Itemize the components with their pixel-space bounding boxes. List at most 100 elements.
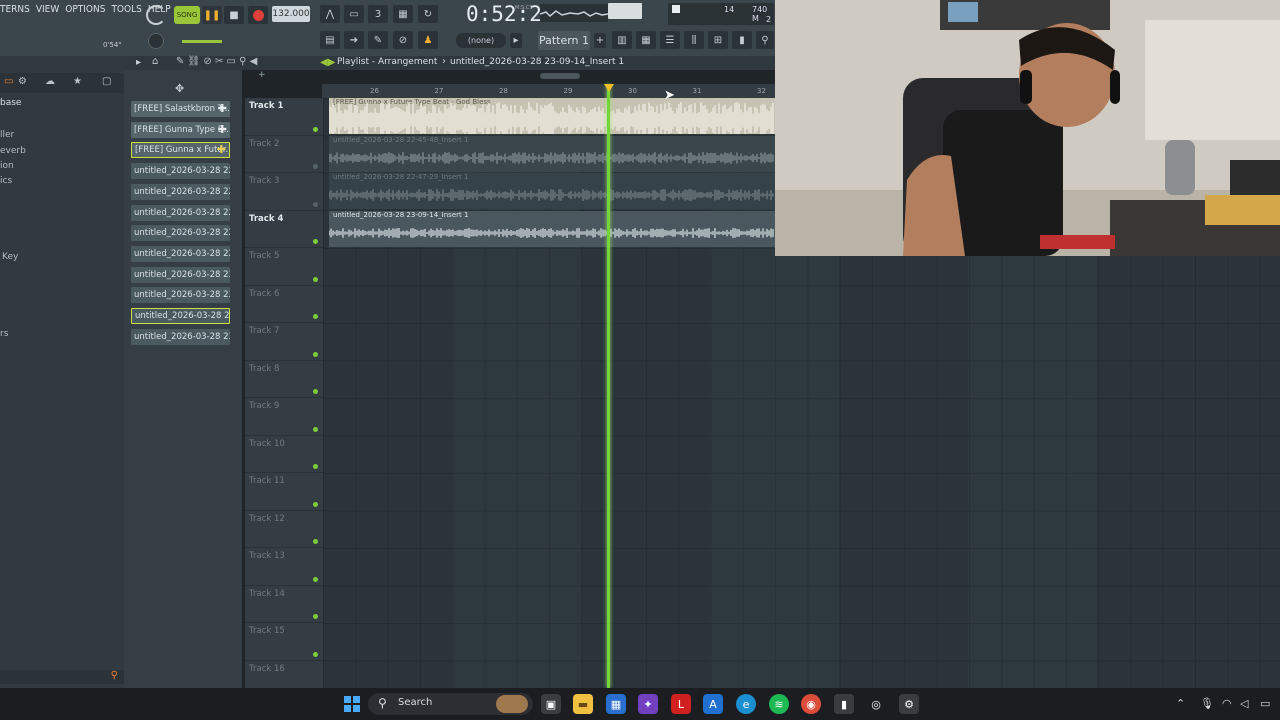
track-mute-indicator[interactable]	[313, 651, 318, 657]
browser-plugin-icon[interactable]: ⚙	[18, 76, 27, 87]
app-l-icon[interactable]: L	[671, 694, 691, 714]
channel-rack-icon[interactable]: ▦	[636, 31, 656, 49]
snap-icon[interactable]: ➔	[344, 31, 364, 49]
picker-clip[interactable]: untitled_2026-03-28 22-...	[131, 204, 230, 221]
settings-icon[interactable]: ⚙	[899, 694, 919, 714]
song-mode-button[interactable]: SONG	[174, 6, 200, 24]
track-header[interactable]: Track 8	[245, 361, 323, 398]
search-icon[interactable]: ⚲	[111, 670, 118, 681]
menu-tools[interactable]: TOOLS	[111, 4, 141, 22]
browser-item[interactable]: ller	[0, 130, 14, 140]
track-mute-indicator[interactable]	[313, 126, 318, 132]
track-mute-indicator[interactable]	[313, 501, 318, 507]
track-header[interactable]: Track 3	[245, 173, 323, 211]
plugin-picker-icon[interactable]: ▮	[732, 31, 752, 49]
panic-icon[interactable]	[672, 5, 680, 13]
track-header[interactable]: Track 14	[245, 586, 323, 623]
snap-select[interactable]: (none)	[456, 33, 506, 48]
track-header[interactable]: Track 10	[245, 436, 323, 473]
track-mute-indicator[interactable]	[313, 426, 318, 432]
picker-clip[interactable]: untitled_2026-03-28 22-...	[131, 225, 230, 242]
track-header[interactable]: Track 1	[245, 98, 323, 136]
add-pattern-icon[interactable]: +	[594, 33, 606, 48]
battery-icon[interactable]: ▭	[1260, 697, 1270, 710]
browser-cloud-icon[interactable]: ☁	[45, 76, 55, 87]
countdown-icon[interactable]: 3	[368, 5, 388, 23]
track-header[interactable]: Track 13	[245, 548, 323, 586]
browser-item[interactable]: base	[0, 98, 21, 108]
audio-clip[interactable]: untitled_2026-03-28 23-09-14_Insert 1	[329, 210, 775, 247]
add-clip-icon[interactable]: ✚	[217, 143, 226, 157]
piano-roll-icon[interactable]: ▤	[320, 31, 340, 49]
app-a-icon[interactable]: A	[703, 694, 723, 714]
browser-item[interactable]: everb	[0, 146, 26, 156]
menu-view[interactable]: VIEW	[36, 4, 59, 22]
stop-button[interactable]: ■	[224, 6, 244, 24]
track-header[interactable]: Track 9	[245, 398, 323, 436]
add-track-icon[interactable]: +	[258, 70, 266, 80]
picker-clip[interactable]: [FREE] Gunna Type B... ✚	[131, 121, 230, 138]
picker-clip[interactable]: untitled_2026-03-28 23-...	[131, 308, 230, 324]
audio-clip[interactable]: untitled_2026-03-28 22-47-29_Insert 1	[329, 173, 775, 209]
playlist-play-icon[interactable]: ◀▶	[320, 57, 335, 68]
browser-item[interactable]: ion	[0, 161, 14, 171]
track-mute-indicator[interactable]	[313, 164, 318, 169]
draw-icon[interactable]: ✎	[368, 31, 388, 49]
playlist-icon[interactable]: ▥	[612, 31, 632, 49]
track-header[interactable]: Track 15	[245, 623, 323, 661]
browser-all-icon[interactable]: ▭	[4, 76, 13, 87]
track-header[interactable]: Track 4	[245, 211, 323, 248]
pause-button[interactable]: ❚❚	[202, 6, 222, 24]
tools-icon[interactable]: ⚲	[756, 31, 774, 49]
track-header[interactable]: Track 7	[245, 323, 323, 361]
master-volume-slider[interactable]	[182, 40, 222, 43]
audio-clip[interactable]: [FREE] Gunna x Future Type Beat - God Bl…	[329, 98, 775, 134]
tempo-display[interactable]: 132.000	[272, 6, 310, 22]
track-mute-indicator[interactable]	[313, 201, 318, 207]
pattern-prev-icon[interactable]: ▸	[510, 33, 522, 48]
picker-clip[interactable]: untitled_2026-03-28 23-...	[131, 266, 230, 283]
move-icon[interactable]: ✥	[175, 82, 184, 95]
obs-icon[interactable]: ◎	[866, 694, 886, 714]
track-mute-indicator[interactable]	[313, 464, 318, 469]
browser-item[interactable]: Key	[2, 252, 18, 262]
browser-star-icon[interactable]: ★	[73, 76, 82, 87]
menu-options[interactable]: OPTIONS	[65, 4, 105, 22]
track-mute-indicator[interactable]	[313, 389, 318, 394]
track-header[interactable]: Track 6	[245, 286, 323, 323]
chrome-icon[interactable]: ◉	[801, 694, 821, 714]
taskbar-search[interactable]: ⚲ Search	[368, 693, 533, 715]
mixer-icon[interactable]: ⫼	[684, 31, 704, 49]
playhead[interactable]	[607, 84, 610, 688]
copilot-icon[interactable]: ✦	[638, 694, 658, 714]
track-header[interactable]: Track 5	[245, 248, 323, 286]
step-edit-icon[interactable]: ▦	[393, 5, 413, 23]
track-mute-indicator[interactable]	[313, 614, 318, 619]
loop-record-icon[interactable]: ↻	[418, 5, 438, 23]
track-mute-indicator[interactable]	[313, 276, 318, 282]
picker-clip[interactable]: untitled_2026-03-28 22-...	[131, 245, 230, 262]
track-header[interactable]: Track 11	[245, 473, 323, 511]
stamp-icon[interactable]: ♟	[418, 31, 438, 49]
browser-item[interactable]: ics	[0, 176, 12, 186]
fl-studio-taskbar-icon[interactable]: ▮	[834, 694, 854, 714]
playlist-arrow-icon[interactable]: ▸	[136, 57, 141, 68]
track-mute-indicator[interactable]	[313, 351, 318, 357]
pattern-selector[interactable]: Pattern 1	[538, 31, 590, 50]
spotify-icon[interactable]: ≋	[769, 694, 789, 714]
windows-start-icon[interactable]	[342, 694, 362, 714]
browser-item[interactable]: rs	[0, 329, 8, 339]
browser-search-bar[interactable]: ⚲	[0, 670, 124, 684]
record-button[interactable]	[248, 6, 268, 24]
audio-clip[interactable]: untitled_2026-03-28 22-45-48_Insert 1	[329, 135, 775, 172]
track-mute-indicator[interactable]	[313, 314, 318, 319]
picker-clip[interactable]: untitled_2026-03-28 23-...	[131, 287, 230, 304]
track-header[interactable]: Track 2	[245, 136, 323, 173]
wait-input-icon[interactable]: ▭	[344, 5, 364, 23]
picker-clip[interactable]: untitled_2026-03-28 22-...	[131, 183, 230, 200]
picker-clip[interactable]: untitled_2026-03-28 22-...	[131, 163, 230, 180]
playlist-tools-icons[interactable]: ✎ ⛓ ⊘ ✂ ▭ ⚲ ◀	[176, 56, 257, 67]
piano-roll-window-icon[interactable]: ☰	[660, 31, 680, 49]
picker-clip[interactable]: untitled_2026-03-28 23-...	[131, 328, 230, 345]
store-icon[interactable]: ▦	[606, 694, 626, 714]
